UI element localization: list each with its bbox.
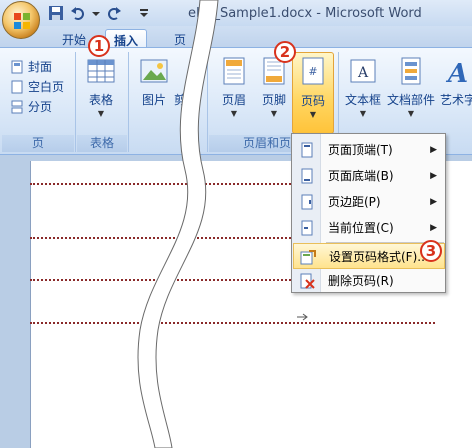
quick-parts-label: 文档部件 [387, 93, 436, 107]
quick-parts-dropdown-icon: ▼ [407, 109, 415, 118]
step-badge-3: 3 [420, 240, 442, 262]
wordart-icon: A [445, 59, 468, 88]
header-icon [223, 57, 245, 85]
picture-icon [140, 59, 168, 83]
page-number-menu: 页面顶端(T) ▶ 页面底端(B) ▶ 页边距(P) ▶ 当前位置(C) ▶ 设… [291, 133, 446, 293]
page-break-button[interactable]: 分页 [10, 98, 52, 116]
page-number-dropdown-icon: ▼ [309, 110, 317, 119]
header-label: 页眉 [221, 93, 246, 107]
title-bar: eKB_Sample1.docx - Microsoft Word [0, 0, 472, 39]
text-boundary-line [30, 322, 435, 324]
blank-page-icon [11, 80, 23, 94]
page-break-icon [11, 100, 23, 114]
window-title: eKB_Sample1.docx - Microsoft Word [188, 6, 422, 21]
bottom-of-page-icon [301, 168, 313, 184]
group-divider [128, 52, 129, 152]
remove-page-numbers-icon [300, 273, 315, 289]
tab-insert[interactable]: 插入 [105, 29, 148, 48]
top-of-page-icon [301, 142, 313, 158]
text-box-dropdown-icon: ▼ [359, 109, 367, 118]
pages-group-label: 页 [2, 135, 74, 152]
page-number-button[interactable]: # 页码 ▼ [292, 52, 334, 134]
table-label: 表格 [88, 93, 113, 107]
cover-page-icon [11, 60, 23, 74]
text-box-label: 文本框 [344, 93, 381, 107]
page-margins-icon [301, 194, 313, 210]
svg-text:#: # [308, 65, 317, 78]
clip-art-button[interactable]: 剪 [170, 54, 190, 132]
paragraph-mark-icon [297, 313, 308, 321]
submenu-arrow-icon: ▶ [430, 171, 437, 181]
blank-page-label: 空白页 [28, 80, 65, 94]
undo-icon[interactable] [70, 5, 86, 21]
submenu-arrow-icon: ▶ [430, 197, 437, 207]
cover-page-label: 封面 [28, 60, 53, 74]
page-number-label: 页码 [300, 94, 325, 108]
step-badge-1: 1 [88, 35, 110, 57]
format-page-numbers-icon [300, 250, 316, 265]
clip-art-label: 剪 [173, 93, 186, 107]
page-break-label: 分页 [28, 100, 53, 114]
text-box-icon: A [350, 59, 376, 83]
wordart-label: 艺术字 [439, 93, 472, 107]
menu-item-remove-page-numbers[interactable]: 删除页码(R) [293, 268, 445, 294]
submenu-arrow-icon: ▶ [430, 145, 437, 155]
blank-page-button[interactable]: 空白页 [10, 78, 64, 96]
header-button[interactable]: 页眉 ▼ [213, 54, 255, 132]
table-icon [87, 59, 115, 83]
submenu-arrow-icon: ▶ [430, 223, 437, 233]
footer-button[interactable]: 页脚 ▼ [253, 54, 295, 132]
table-button[interactable]: 表格 ▼ [80, 54, 122, 132]
group-divider [75, 52, 76, 152]
header-dropdown-icon: ▼ [230, 109, 238, 118]
table-group-label: 表格 [77, 135, 127, 152]
page-number-icon: # [302, 57, 324, 85]
menu-item-bottom-of-page[interactable]: 页面底端(B) ▶ [293, 163, 445, 189]
tab-page-layout[interactable]: 页 [166, 29, 194, 48]
menu-item-current-position[interactable]: 当前位置(C) ▶ [293, 215, 445, 241]
current-position-icon [301, 220, 313, 236]
menu-item-top-of-page[interactable]: 页面顶端(T) ▶ [293, 137, 445, 163]
table-dropdown-icon: ▼ [97, 109, 105, 118]
picture-label: 图片 [141, 93, 166, 107]
save-icon[interactable] [48, 5, 64, 21]
menu-item-label: 页面顶端(T) [328, 143, 393, 157]
menu-item-label: 设置页码格式(F)... [329, 250, 429, 264]
step-badge-2: 2 [274, 41, 296, 63]
group-divider [207, 52, 208, 152]
footer-label: 页脚 [261, 93, 286, 107]
text-box-button[interactable]: A 文本框 ▼ [342, 54, 384, 132]
menu-item-label: 删除页码(R) [328, 274, 394, 288]
quick-parts-icon [401, 57, 421, 85]
ribbon-tab-bar: 开始 插入 页 [0, 26, 472, 48]
menu-item-page-margins[interactable]: 页边距(P) ▶ [293, 189, 445, 215]
office-button[interactable] [2, 1, 40, 39]
office-logo-icon [14, 13, 30, 29]
menu-item-label: 当前位置(C) [328, 221, 394, 235]
svg-text:A: A [357, 65, 369, 81]
footer-dropdown-icon: ▼ [270, 109, 278, 118]
picture-button[interactable]: 图片 [133, 54, 175, 132]
quick-parts-button[interactable]: 文档部件 ▼ [387, 54, 435, 132]
undo-dropdown-icon[interactable] [88, 5, 104, 21]
wordart-button[interactable]: A 艺术字 [438, 54, 472, 132]
menu-item-label: 页面底端(B) [328, 169, 394, 183]
svg-text:A: A [445, 59, 468, 88]
menu-item-label: 页边距(P) [328, 195, 381, 209]
customize-toolbar-icon[interactable] [136, 5, 152, 21]
redo-icon[interactable] [106, 5, 122, 21]
cover-page-button[interactable]: 封面 [10, 58, 52, 76]
